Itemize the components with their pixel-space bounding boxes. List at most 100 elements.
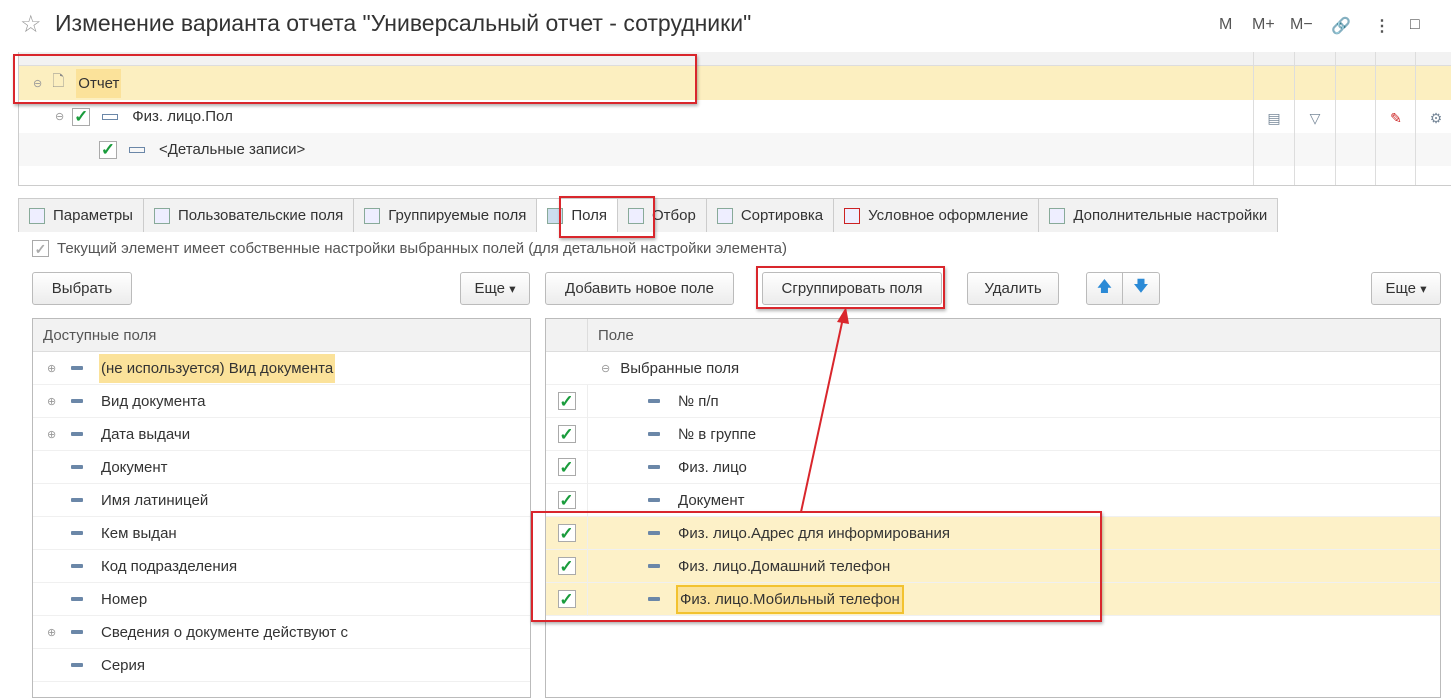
available-field-row[interactable]: Номер	[33, 583, 530, 616]
move-up-button[interactable]: 🡅	[1086, 272, 1123, 305]
field-icon	[71, 465, 83, 469]
root-label: Выбранные поля	[620, 359, 740, 377]
sort-icon	[716, 207, 733, 224]
user-fields-icon	[153, 207, 170, 224]
settings-col-icon[interactable]: ⚙	[1415, 52, 1451, 185]
selected-fields-root[interactable]: ⊖ Выбранные поля	[546, 352, 1440, 385]
field-icon	[71, 597, 83, 601]
tab-label: Группируемые поля	[388, 207, 527, 224]
field-label: Дата выдачи	[101, 425, 191, 443]
field-label: Имя латиницей	[101, 491, 209, 509]
m-minus-button[interactable]: M−	[1290, 16, 1313, 34]
field-icon	[648, 498, 660, 502]
tab-additional-settings[interactable]: Дополнительные настройки	[1038, 198, 1279, 232]
field-label: (не используется) Вид документа	[99, 353, 336, 383]
field-label: Серия	[101, 656, 146, 674]
collapse-icon[interactable]: ⊖	[601, 362, 610, 375]
field-label: № п/п	[678, 392, 719, 410]
available-field-row[interactable]: ⊕ Дата выдачи	[33, 418, 530, 451]
field-label: Документ	[101, 458, 168, 476]
field-label: Номер	[101, 590, 148, 608]
grouping-icon	[102, 113, 119, 120]
selected-field-row[interactable]: ✓ № в группе	[546, 417, 1440, 451]
sort-col-icon[interactable]	[1335, 52, 1376, 185]
tab-label: Параметры	[53, 207, 133, 224]
checkbox[interactable]: ✓	[32, 240, 49, 257]
field-icon	[71, 432, 83, 436]
left-more-button[interactable]: Еще ▾	[460, 272, 530, 305]
field-icon	[71, 663, 83, 667]
tab-user-fields[interactable]: Пользовательские поля	[142, 198, 355, 232]
field-icon	[71, 630, 83, 634]
checkbox[interactable]: ✓	[72, 107, 91, 126]
available-field-row[interactable]: Документ	[33, 451, 530, 484]
field-icon	[648, 465, 660, 469]
maximize-icon[interactable]: □	[1410, 16, 1420, 34]
tab-parameters[interactable]: Параметры	[18, 198, 144, 232]
available-field-row[interactable]: Код подразделения	[33, 550, 530, 583]
selected-field-row[interactable]: ✓ № п/п	[546, 384, 1440, 418]
available-field-row[interactable]: ⊕ Сведения о документе действуют с	[33, 616, 530, 649]
window-title: Изменение варианта отчета "Универсальный…	[55, 10, 752, 36]
available-fields-table: Доступные поля ⊕ (не используется) Вид до…	[32, 318, 531, 698]
link-icon[interactable]: 🔗	[1331, 16, 1351, 36]
more-label: Еще	[1385, 280, 1417, 297]
more-label: Еще	[474, 280, 506, 297]
available-field-row[interactable]: Серия	[33, 649, 530, 682]
delete-button[interactable]: Удалить	[967, 272, 1059, 305]
right-more-button[interactable]: Еще ▾	[1371, 272, 1441, 305]
grouping-fields-icon	[364, 207, 381, 224]
checkbox[interactable]: ✓	[99, 140, 117, 159]
field-label: Документ	[678, 491, 745, 509]
checkbox[interactable]: ✓	[557, 392, 576, 410]
tree-row-details[interactable]: ✓ <Детальные записи>	[19, 133, 1451, 166]
field-label: Кем выдан	[101, 524, 177, 542]
tab-label: Пользовательские поля	[177, 207, 344, 224]
available-field-row[interactable]: ⊕ (не используется) Вид документа	[33, 352, 530, 385]
highlight-box-selected-rows	[531, 511, 1102, 622]
expand-icon[interactable]: ⊕	[47, 362, 56, 375]
field-label: Код подразделения	[101, 557, 238, 575]
available-field-row[interactable]: Имя латиницей	[33, 484, 530, 517]
tree-row-gender[interactable]: ⊖ ✓ Физ. лицо.Пол	[19, 100, 1451, 133]
highlight-box-report	[13, 54, 697, 104]
field-column-header: Поле	[598, 326, 634, 344]
checkbox[interactable]: ✓	[557, 425, 576, 443]
m-plus-button[interactable]: M+	[1252, 16, 1275, 34]
m-button[interactable]: M	[1219, 16, 1232, 34]
move-down-button[interactable]: 🡇	[1122, 272, 1160, 305]
checkbox[interactable]: ✓	[557, 458, 576, 476]
expand-icon[interactable]: ⊕	[47, 428, 56, 441]
expand-icon[interactable]: ⊕	[47, 395, 56, 408]
field-icon	[71, 498, 83, 502]
tab-conditional-format[interactable]: Условное оформление	[833, 198, 1040, 232]
selected-fields-table: Поле ⊖ Выбранные поля ✓ № п/п ✓ № в группе ✓…	[545, 318, 1441, 698]
tab-sort[interactable]: Сортировка	[705, 198, 835, 232]
filter-col-icon[interactable]: ▽	[1294, 52, 1335, 185]
own-settings-checkbox[interactable]: ✓ Текущий элемент имеет собственные наст…	[32, 240, 787, 257]
fields-col-icon[interactable]: ▤	[1253, 52, 1294, 185]
choose-button[interactable]: Выбрать	[32, 272, 132, 305]
field-label: № в группе	[678, 425, 757, 443]
highlight-box-group-button	[756, 266, 945, 309]
more-icon[interactable]: ⋮	[1374, 16, 1390, 36]
available-field-row[interactable]: Кем выдан	[33, 517, 530, 550]
add-field-button[interactable]: Добавить новое поле	[545, 272, 734, 305]
conditional-format-col-icon[interactable]: ✎	[1375, 52, 1416, 185]
favorite-star-icon[interactable]: ☆	[20, 10, 42, 39]
field-icon	[648, 432, 660, 436]
field-label: Сведения о документе действуют с	[101, 623, 348, 641]
available-field-row[interactable]: ⊕ Вид документа	[33, 385, 530, 418]
tab-label: Отбор	[652, 207, 696, 224]
expand-icon[interactable]: ⊕	[47, 626, 56, 639]
field-icon	[71, 366, 83, 370]
checkbox[interactable]: ✓	[557, 491, 576, 509]
tab-grouping-fields[interactable]: Группируемые поля	[353, 198, 538, 232]
field-icon	[71, 531, 83, 535]
selected-field-row[interactable]: ✓ Физ. лицо	[546, 450, 1440, 484]
field-label: Физ. лицо	[678, 458, 747, 476]
field-icon	[71, 564, 83, 568]
field-label: Вид документа	[101, 392, 206, 410]
collapse-icon[interactable]: ⊖	[55, 110, 64, 123]
tab-label: Условное оформление	[868, 207, 1029, 224]
